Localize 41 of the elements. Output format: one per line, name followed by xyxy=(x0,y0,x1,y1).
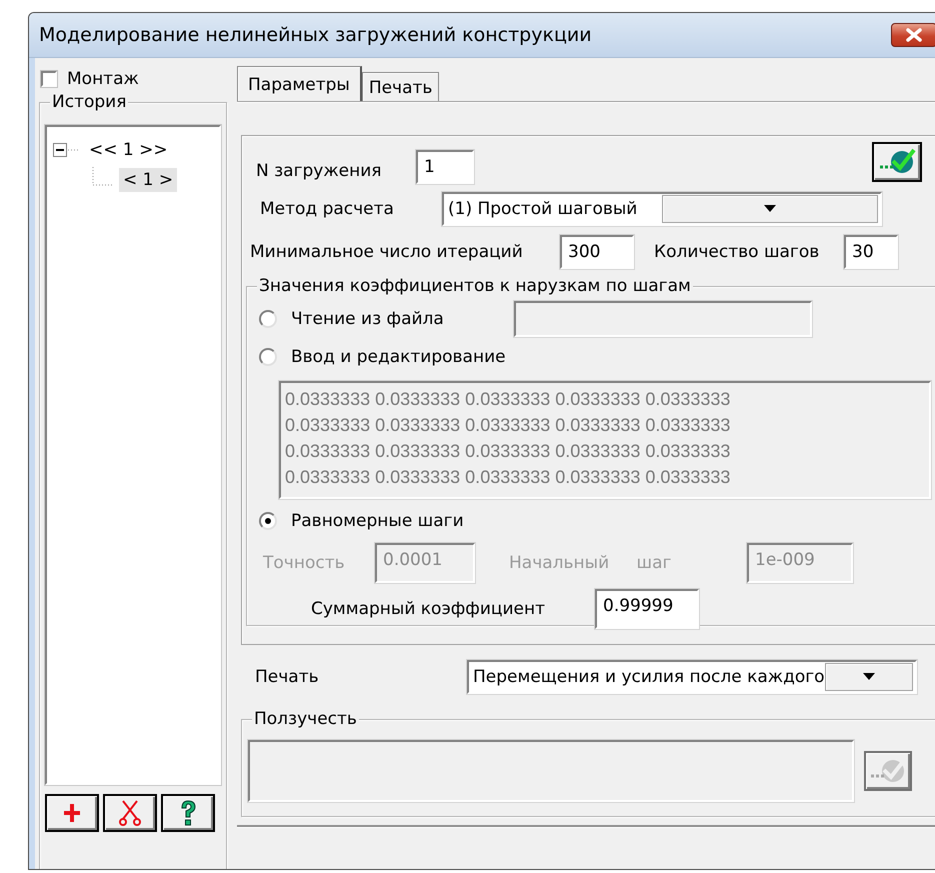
field-label: Печать xyxy=(255,667,320,687)
dropdown[interactable]: Перемещения и усилия после каждого xyxy=(467,660,917,694)
radio-label: Чтение из файла xyxy=(291,309,444,329)
radio-button[interactable] xyxy=(259,348,277,366)
field-label: Метод расчета xyxy=(260,199,395,219)
plus-icon xyxy=(61,801,83,825)
dropdown[interactable]: (1) Простой шаговый xyxy=(442,192,882,226)
group-title: История xyxy=(50,92,128,112)
tab[interactable]: Печать xyxy=(362,72,440,102)
radio-button[interactable] xyxy=(259,310,277,328)
window-title: Моделирование нелинейных загружений конструкции xyxy=(39,24,593,46)
apply-button[interactable] xyxy=(872,142,922,182)
field-label: Количество шагов xyxy=(654,242,820,262)
add-button[interactable] xyxy=(45,794,99,832)
radio-button[interactable] xyxy=(259,512,277,530)
input-field[interactable]: 0.99999 xyxy=(595,589,699,629)
close-icon xyxy=(906,28,922,42)
scissors-icon xyxy=(119,799,141,827)
cut-button[interactable] xyxy=(103,794,157,832)
checkbox-label: Монтаж xyxy=(67,69,139,89)
close-button[interactable] xyxy=(891,23,935,47)
field-label: N загружения xyxy=(256,161,383,181)
help-button[interactable] xyxy=(161,794,215,832)
radio-label: Равномерные шаги xyxy=(291,511,464,531)
checkbox[interactable] xyxy=(41,71,57,87)
dropdown-arrow-icon xyxy=(862,673,875,681)
input-field[interactable]: 300 xyxy=(560,235,634,269)
dropdown-arrow-icon xyxy=(764,205,776,213)
tab[interactable]: Параметры xyxy=(237,66,362,102)
field-label: Суммарный коэффициент xyxy=(311,599,546,619)
expander-icon[interactable] xyxy=(53,142,81,158)
field-label: Точность xyxy=(263,553,346,573)
field-label: Начальный шаг xyxy=(509,553,672,573)
group-title: Ползучесть xyxy=(252,709,359,729)
field-label: Минимальное число итераций xyxy=(250,242,524,262)
radio-label: Ввод и редактирование xyxy=(291,347,506,367)
tree-item[interactable]: << 1 >> xyxy=(85,138,172,162)
input-field[interactable]: 1 xyxy=(416,150,474,184)
tree-item[interactable]: < 1 > xyxy=(119,168,178,192)
group-title: Значения коэффициентов к нарузкам по шагам xyxy=(257,276,693,296)
input-field[interactable]: 30 xyxy=(844,235,898,269)
